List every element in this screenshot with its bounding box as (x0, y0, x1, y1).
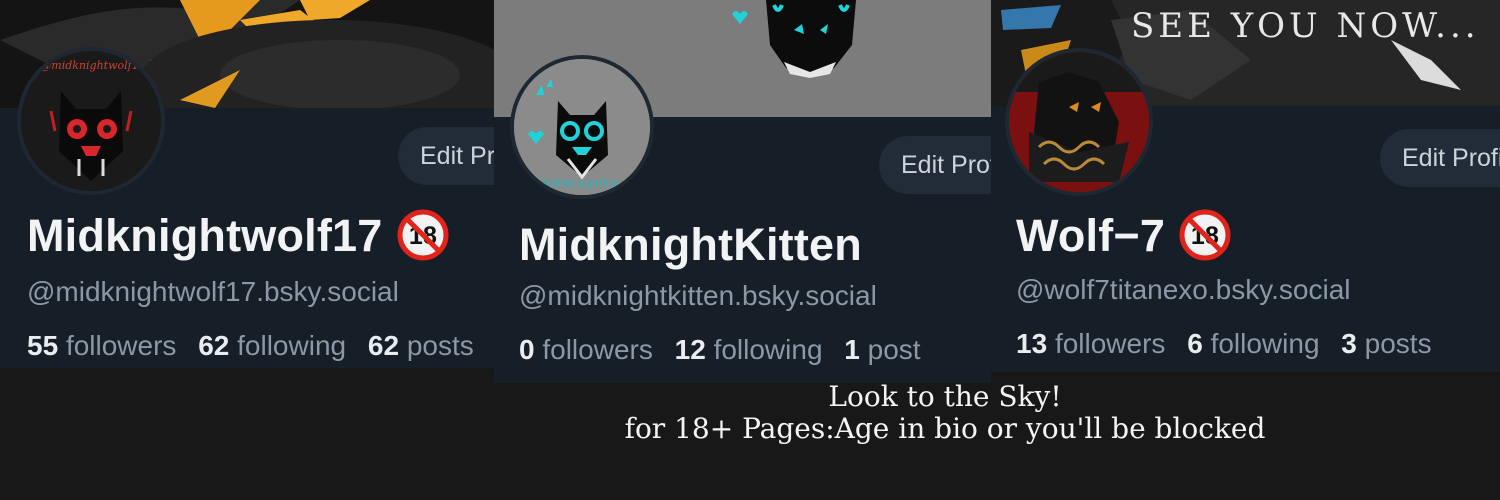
display-name: MidknightKitten (519, 219, 862, 271)
following-stat[interactable]: 62 following (198, 330, 346, 361)
black-kitten-avatar-art: @Midknightkitten (514, 59, 650, 195)
profile-stats: 0 followers 12 following 1 post (519, 334, 921, 366)
posts-stat: 3 posts (1341, 328, 1432, 359)
edit-profile-button[interactable]: Edit Profile (1380, 129, 1500, 187)
avatar[interactable] (1005, 48, 1153, 196)
profile-stats: 55 followers 62 following 62 posts (27, 330, 474, 362)
handle: @midknightkitten.bsky.social (519, 280, 877, 311)
followers-stat[interactable]: 55 followers (27, 330, 176, 361)
profile-card-midknightwolf17: @midknightwolf17 Edit Profile Midknightw… (0, 0, 495, 368)
display-name-text: MidknightKitten (519, 219, 862, 270)
display-name: Midknightwolf17 18 (27, 209, 449, 265)
caption-line-1: Look to the Sky! (828, 380, 1062, 413)
display-name: Wolf−7 18 (1016, 209, 1231, 265)
display-name-text: Midknightwolf17 (27, 210, 383, 261)
profile-card-midknightkitten: @Midknightkitten Edit Profile MidknightK… (494, 0, 991, 383)
black-wolf-avatar-art: @midknightwolf17 (21, 51, 161, 191)
display-name-text: Wolf−7 (1016, 210, 1166, 261)
banner-text: SEE YOU NOW... (1131, 6, 1480, 46)
followers-stat[interactable]: 0 followers (519, 334, 653, 365)
profile-stats: 13 followers 6 following 3 posts (1016, 328, 1432, 360)
avatar[interactable]: @midknightwolf17 (17, 47, 165, 195)
avatar-watermark: @Midknightkitten (540, 179, 632, 190)
caption: Look to the Sky! for 18+ Pages:Age in bi… (560, 381, 1330, 445)
edit-profile-button[interactable]: Edit Profile (398, 127, 495, 185)
no-under-18-icon: 18 (1179, 209, 1231, 261)
avatar-watermark: @midknightwolf17 (40, 59, 145, 72)
no-under-18-icon: 18 (397, 209, 448, 261)
edit-profile-button[interactable]: Edit Profile (879, 136, 991, 194)
black-wolf-gold-avatar-art (1009, 52, 1149, 192)
caption-line-2: for 18+ Pages:Age in bio or you'll be bl… (624, 412, 1266, 445)
posts-stat: 62 posts (367, 330, 474, 361)
followers-stat[interactable]: 13 followers (1016, 328, 1165, 359)
following-stat[interactable]: 12 following (675, 334, 823, 365)
handle: @midknightwolf17.bsky.social (27, 276, 399, 307)
posts-stat: 1 post (844, 334, 921, 365)
avatar[interactable]: @Midknightkitten (510, 55, 654, 199)
following-stat[interactable]: 6 following (1187, 328, 1319, 359)
handle: @wolf7titanexo.bsky.social (1016, 274, 1351, 305)
profile-card-wolf-7: SEE YOU NOW... Edit Profile Wolf−7 18 @w… (991, 0, 1500, 372)
